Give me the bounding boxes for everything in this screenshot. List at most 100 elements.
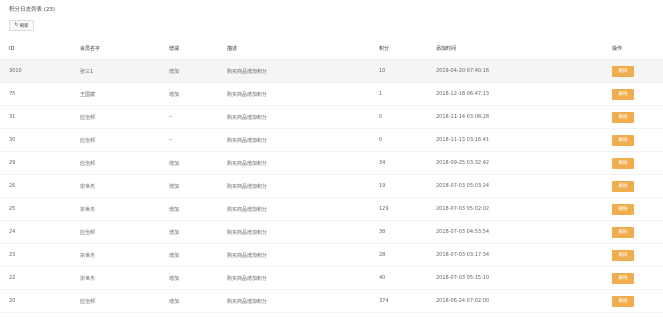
cell-description: 购买商品增加积分 [227, 128, 379, 152]
table-row[interactable]: 20 应治邦 增加 购买商品增加积分 374 2018-06-24 07:02:00 删除 [0, 289, 663, 313]
cell-time: 2018-09-25 03:32:42 [436, 151, 612, 175]
cell-points: 1 [379, 82, 436, 106]
page-title: 积分日志列表 (23) [9, 7, 56, 13]
cell-description: 购买商品增加积分 [227, 82, 379, 106]
cell-change: 增加 [169, 82, 227, 106]
table-row[interactable]: 29 应治邦 增加 购买商品增加积分 34 2018-09-25 03:32:42 删除 [0, 151, 663, 175]
cell-actions: 删除 [612, 220, 663, 244]
cell-actions: 删除 [612, 289, 663, 313]
cell-actions: 删除 [612, 82, 663, 106]
table-body: 3010 张三1 增加 购买商品增加积分 10 2019-04-20 07:40:16 删除… [0, 59, 663, 313]
cell-actions: 删除 [612, 151, 663, 175]
delete-button[interactable]: 删除 [612, 180, 634, 192]
cell-member-name: 宗世杰 [80, 266, 169, 290]
cell-points: 0 [379, 105, 436, 129]
cell-time: 2018-06-24 07:02:00 [436, 289, 612, 313]
cell-points: 38 [379, 220, 436, 244]
cell-time: 2018-07-03 03:17:34 [436, 243, 612, 267]
table-row[interactable]: 23 宗世杰 增加 购买商品增加积分 28 2018-07-03 03:17:34 删除 [0, 243, 663, 267]
column-header-description[interactable]: 描述 [227, 38, 379, 60]
table-row[interactable]: 22 宗世杰 增加 购买商品增加积分 40 2018-07-03 05:15:10 删除 [0, 266, 663, 290]
delete-button[interactable]: 删除 [612, 88, 634, 100]
cell-id: 22 [0, 266, 80, 290]
refresh-icon: ↻ [14, 22, 19, 28]
table-row[interactable]: 31 应治邦 -- 购买商品增加积分 0 2018-11-14 03:08:28 删除 [0, 105, 663, 129]
cell-actions: 删除 [612, 105, 663, 129]
delete-button[interactable]: 删除 [612, 249, 634, 261]
table-row[interactable]: 3010 张三1 增加 购买商品增加积分 10 2019-04-20 07:40:16 删除 [0, 59, 663, 83]
column-header-member-name[interactable]: 会员名字 [80, 38, 169, 60]
cell-points: 40 [379, 266, 436, 290]
cell-actions: 删除 [612, 59, 663, 83]
cell-change: 增加 [169, 174, 227, 198]
cell-member-name: 应治邦 [80, 220, 169, 244]
delete-button[interactable]: 删除 [612, 111, 634, 123]
cell-points: 28 [379, 243, 436, 267]
cell-time: 2018-07-03 04:53:54 [436, 220, 612, 244]
cell-description: 购买商品增加积分 [227, 243, 379, 267]
cell-actions: 删除 [612, 128, 663, 152]
cell-member-name: 宗世杰 [80, 243, 169, 267]
table-row[interactable]: 24 应治邦 增加 购买商品增加积分 38 2018-07-03 04:53:54 删除 [0, 220, 663, 244]
delete-button[interactable]: 删除 [612, 157, 634, 169]
cell-description: 购买商品增加积分 [227, 105, 379, 129]
cell-id: 3010 [0, 59, 80, 83]
cell-points: 374 [379, 289, 436, 313]
table-row[interactable]: 30 应治邦 -- 购买商品增加积分 0 2018-11-13 03:16:41 删除 [0, 128, 663, 152]
cell-description: 购买商品增加积分 [227, 289, 379, 313]
cell-id: 30 [0, 128, 80, 152]
cell-id: 26 [0, 174, 80, 198]
cell-change: 增加 [169, 59, 227, 83]
refresh-button[interactable]: ↻ 刷新 [9, 20, 34, 31]
cell-time: 2018-12-18 06:47:13 [436, 82, 612, 106]
cell-description: 购买商品增加积分 [227, 197, 379, 221]
cell-member-name: 应治邦 [80, 128, 169, 152]
cell-id: 20 [0, 289, 80, 313]
column-header-points[interactable]: 积分 [379, 38, 436, 60]
cell-member-name: 宗世杰 [80, 174, 169, 198]
cell-member-name: 应治邦 [80, 151, 169, 175]
column-header-id[interactable]: ID [0, 38, 80, 60]
cell-member-name: 张三1 [80, 59, 169, 83]
cell-change: 增加 [169, 243, 227, 267]
cell-description: 购买商品增加积分 [227, 266, 379, 290]
cell-member-name: 应治邦 [80, 289, 169, 313]
cell-actions: 删除 [612, 266, 663, 290]
cell-change: 增加 [169, 220, 227, 244]
delete-button[interactable]: 删除 [612, 65, 634, 77]
cell-time: 2018-07-03 05:03:24 [436, 174, 612, 198]
column-header-change[interactable]: 增减 [169, 38, 227, 60]
cell-member-name: 宗世杰 [80, 197, 169, 221]
table-row[interactable]: 75 王国斌 增加 购买商品增加积分 1 2018-12-18 06:47:13 删除 [0, 82, 663, 106]
delete-button[interactable]: 删除 [612, 226, 634, 238]
delete-button[interactable]: 删除 [612, 272, 634, 284]
cell-member-name: 应治邦 [80, 105, 169, 129]
cell-actions: 删除 [612, 243, 663, 267]
cell-time: 2018-11-13 03:16:41 [436, 128, 612, 152]
cell-change: -- [169, 128, 227, 152]
cell-id: 24 [0, 220, 80, 244]
delete-button[interactable]: 删除 [612, 203, 634, 215]
cell-time: 2019-04-20 07:40:16 [436, 59, 612, 83]
table-header-row: ID 会员名字 增减 描述 积分 添加时间 操作 [0, 38, 663, 60]
delete-button[interactable]: 删除 [612, 134, 634, 146]
cell-actions: 删除 [612, 197, 663, 221]
cell-description: 购买商品增加积分 [227, 174, 379, 198]
cell-id: 25 [0, 197, 80, 221]
cell-change: 增加 [169, 289, 227, 313]
cell-points: 10 [379, 59, 436, 83]
cell-id: 31 [0, 105, 80, 129]
cell-time: 2018-11-14 03:08:28 [436, 105, 612, 129]
cell-description: 购买商品增加积分 [227, 59, 379, 83]
cell-points: 129 [379, 197, 436, 221]
cell-points: 19 [379, 174, 436, 198]
cell-description: 购买商品增加积分 [227, 220, 379, 244]
table-row[interactable]: 25 宗世杰 增加 购买商品增加积分 129 2018-07-03 05:02:02 删除 [0, 197, 663, 221]
cell-id: 75 [0, 82, 80, 106]
refresh-label: 刷新 [19, 23, 29, 29]
delete-button[interactable]: 删除 [612, 295, 634, 307]
table-row[interactable]: 26 宗世杰 增加 购买商品增加积分 19 2018-07-03 05:03:24 删除 [0, 174, 663, 198]
cell-id: 29 [0, 151, 80, 175]
cell-id: 23 [0, 243, 80, 267]
column-header-time[interactable]: 添加时间 [436, 38, 612, 60]
